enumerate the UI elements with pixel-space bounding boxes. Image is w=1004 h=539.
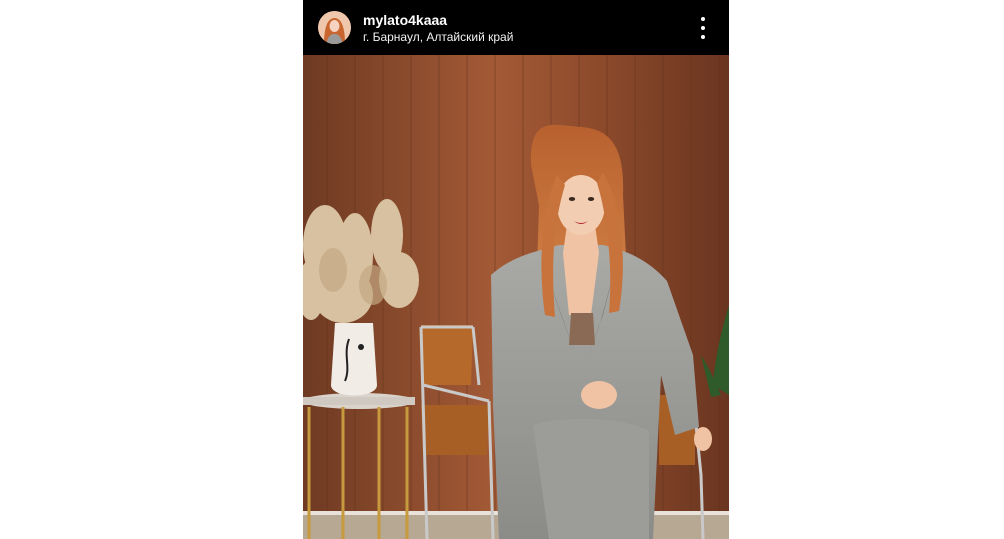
instagram-post: mylato4kaaa г. Барнаул, Алтайский край [303, 0, 729, 539]
post-header-text: mylato4kaaa г. Барнаул, Алтайский край [363, 12, 513, 45]
screen: mylato4kaaa г. Барнаул, Алтайский край [0, 0, 1004, 539]
more-vertical-icon[interactable] [693, 17, 713, 39]
username[interactable]: mylato4kaaa [363, 12, 513, 29]
location-tag[interactable]: г. Барнаул, Алтайский край [363, 30, 513, 45]
post-header: mylato4kaaa г. Барнаул, Алтайский край [303, 0, 729, 55]
profile-avatar[interactable] [318, 11, 351, 44]
post-photo[interactable] [303, 55, 729, 539]
